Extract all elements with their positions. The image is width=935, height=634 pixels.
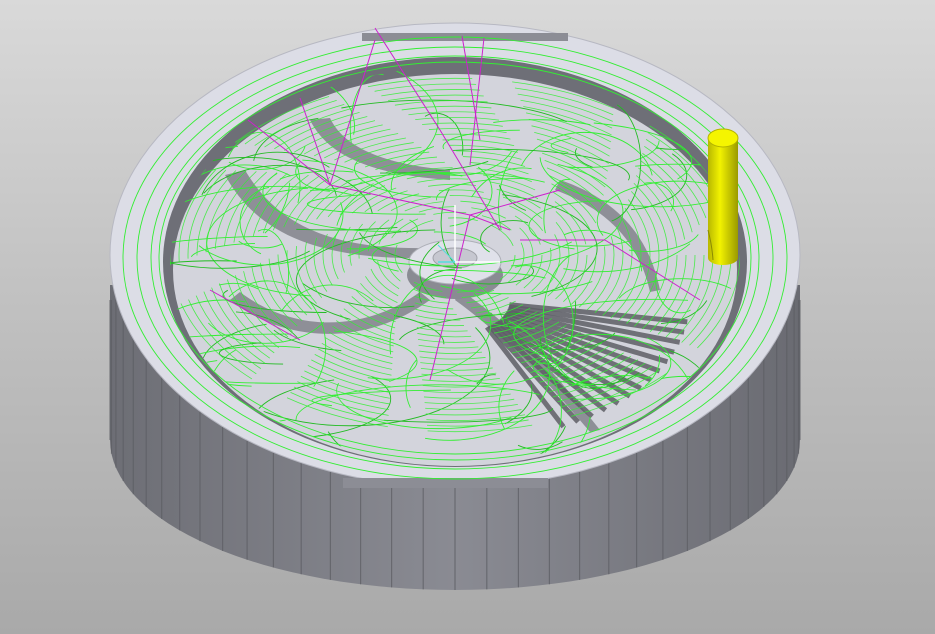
bottom-slot <box>343 478 548 488</box>
graphics-viewport[interactable] <box>0 0 935 634</box>
model-scene[interactable] <box>0 0 935 634</box>
cylinder-end-mill-icon[interactable] <box>707 128 739 265</box>
